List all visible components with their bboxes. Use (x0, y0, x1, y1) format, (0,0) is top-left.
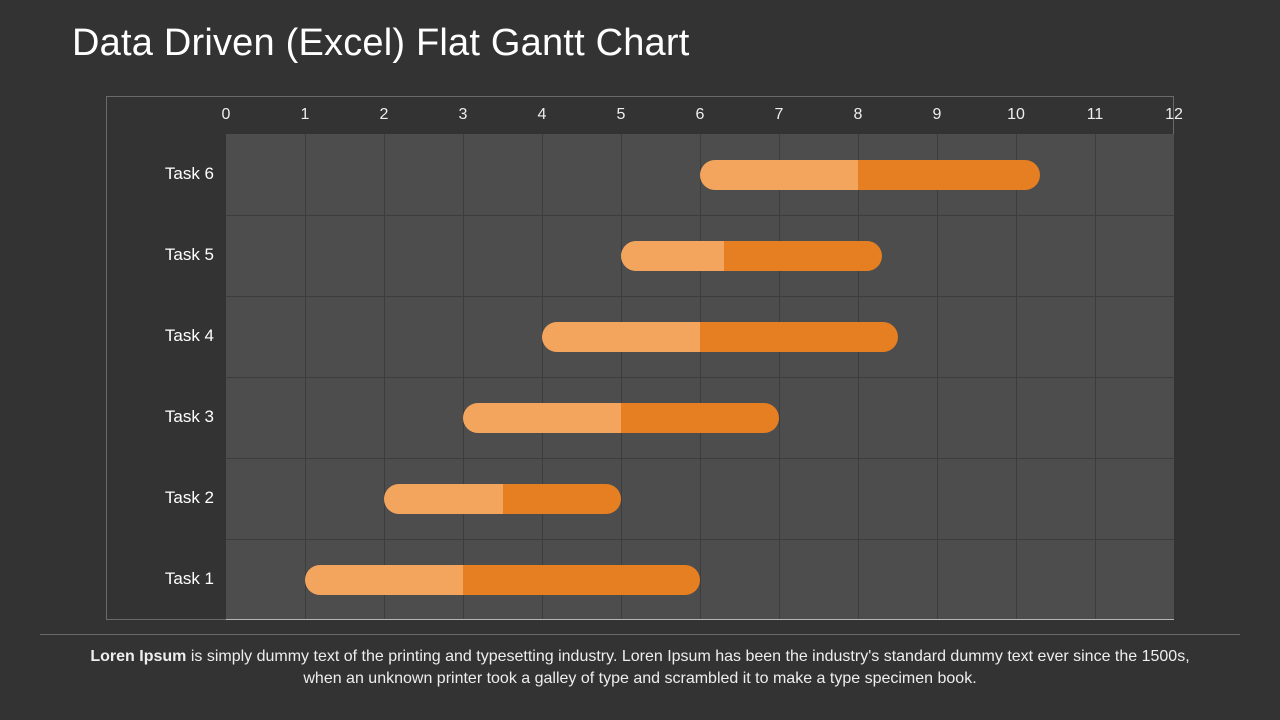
x-tick-label: 1 (301, 106, 310, 124)
x-tick-label: 10 (1007, 106, 1025, 124)
x-tick-label: 7 (775, 106, 784, 124)
plot-area (226, 134, 1174, 620)
gantt-row (226, 484, 1174, 514)
grid-line-horizontal (226, 377, 1174, 378)
x-tick-label: 9 (933, 106, 942, 124)
gantt-row (226, 241, 1174, 271)
grid-line-horizontal (226, 215, 1174, 216)
gantt-segment-2 (503, 484, 622, 514)
x-tick-label: 11 (1087, 106, 1104, 124)
gantt-segment-2 (621, 403, 779, 433)
x-tick-label: 6 (696, 106, 705, 124)
x-tick-label: 3 (459, 106, 468, 124)
x-tick-label: 2 (380, 106, 389, 124)
gantt-segment-1 (384, 484, 503, 514)
footer-rest: is simply dummy text of the printing and… (186, 648, 1189, 687)
page-title: Data Driven (Excel) Flat Gantt Chart (72, 22, 690, 65)
gantt-chart: 0123456789101112 Task 6Task 5Task 4Task … (106, 96, 1174, 620)
x-tick-label: 0 (222, 106, 231, 124)
gantt-row (226, 160, 1174, 190)
grid-line-horizontal (226, 296, 1174, 297)
gantt-row (226, 403, 1174, 433)
x-tick-label: 4 (538, 106, 547, 124)
grid-line-horizontal (226, 458, 1174, 459)
y-tick-label: Task 5 (106, 245, 214, 265)
y-tick-label: Task 4 (106, 326, 214, 346)
y-tick-label: Task 1 (106, 569, 214, 589)
y-tick-label: Task 6 (106, 164, 214, 184)
x-tick-label: 5 (617, 106, 626, 124)
divider (40, 634, 1240, 635)
gantt-segment-1 (305, 565, 463, 595)
gantt-row (226, 322, 1174, 352)
gantt-row (226, 565, 1174, 595)
gantt-segment-1 (621, 241, 724, 271)
x-tick-label: 12 (1165, 106, 1183, 124)
gantt-segment-2 (700, 322, 898, 352)
gantt-segment-2 (858, 160, 1040, 190)
gantt-segment-1 (542, 322, 700, 352)
gantt-segment-1 (700, 160, 858, 190)
x-axis-line (226, 619, 1174, 620)
grid-line-horizontal (226, 539, 1174, 540)
x-tick-label: 8 (854, 106, 863, 124)
gantt-segment-1 (463, 403, 621, 433)
gantt-segment-2 (724, 241, 882, 271)
footer-text: Loren Ipsum is simply dummy text of the … (80, 646, 1200, 689)
gantt-segment-2 (463, 565, 700, 595)
y-tick-label: Task 2 (106, 488, 214, 508)
y-tick-label: Task 3 (106, 407, 214, 427)
footer-lead: Loren Ipsum (90, 648, 186, 665)
